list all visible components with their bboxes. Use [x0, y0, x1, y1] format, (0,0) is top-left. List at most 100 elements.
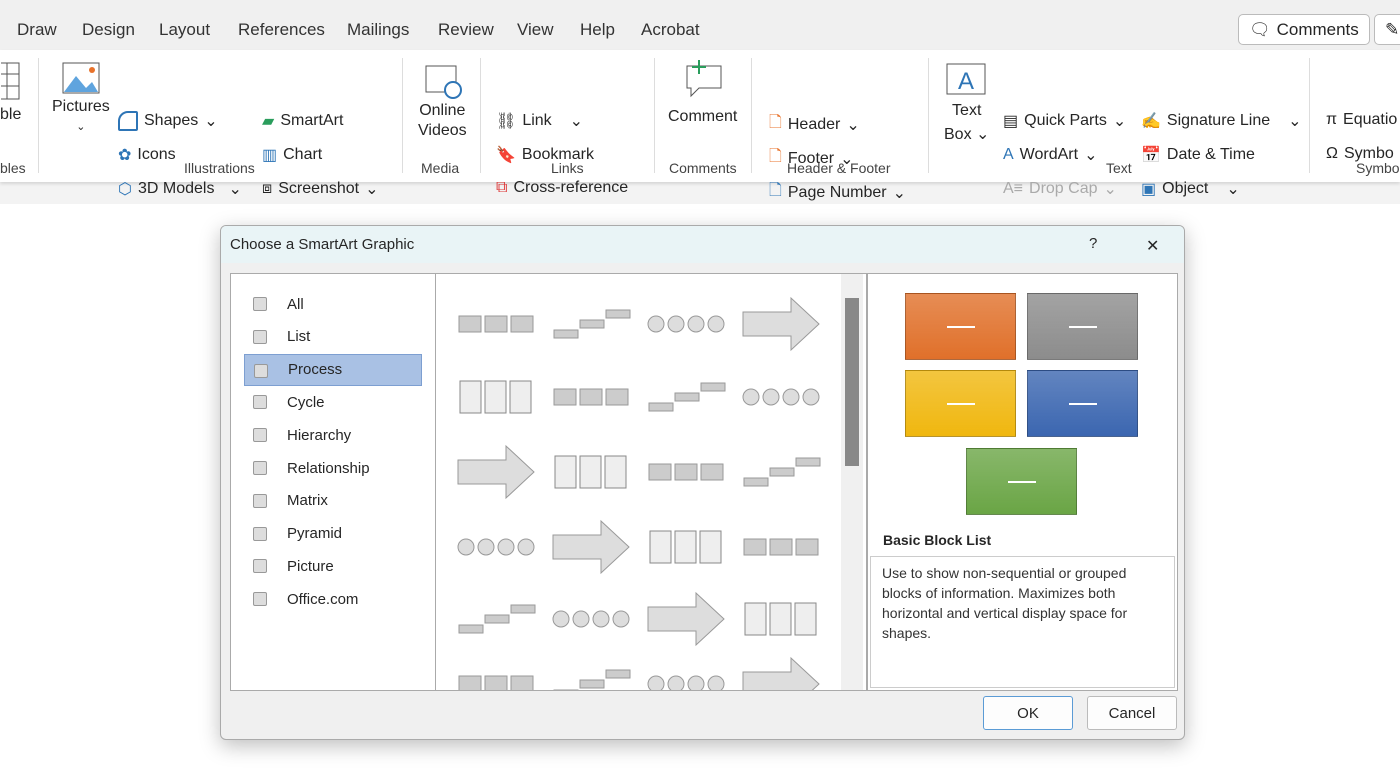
layout-thumbnail[interactable]	[646, 654, 726, 691]
comment-icon: 🗨	[1249, 19, 1271, 39]
date-time-button[interactable]: 📅 Date & Time	[1141, 145, 1255, 165]
comments-button[interactable]: 🗨 Comments	[1238, 14, 1370, 45]
tab-view[interactable]: View	[517, 20, 554, 40]
preview-block	[966, 448, 1077, 515]
category-officecom[interactable]: Office.com	[244, 583, 422, 615]
chart-button[interactable]: ▥ Chart	[262, 145, 322, 165]
help-button[interactable]: ?	[1089, 235, 1097, 252]
layout-thumbnail[interactable]	[456, 589, 536, 649]
category-cycle[interactable]: Cycle	[244, 386, 422, 418]
screenshot-button[interactable]: ⧈ Screenshot ⌄	[262, 179, 379, 199]
svg-text:A: A	[958, 68, 974, 95]
preview-block	[905, 370, 1016, 437]
layout-thumbnail[interactable]	[551, 517, 631, 577]
close-button[interactable]: ✕	[1146, 236, 1159, 256]
category-icon	[253, 297, 267, 311]
layout-thumbnail[interactable]	[646, 589, 726, 649]
wordart-icon: A	[1003, 146, 1014, 163]
cross-reference-button[interactable]: ⧉ Cross-reference	[496, 179, 628, 197]
category-all[interactable]: All	[244, 288, 422, 320]
layout-gallery	[435, 273, 867, 691]
footer-icon: 🗋	[769, 148, 782, 165]
category-matrix[interactable]: Matrix	[244, 485, 422, 517]
ok-button[interactable]: OK	[983, 696, 1073, 730]
scrollbar-thumb[interactable]	[845, 298, 859, 466]
link-icon: ⛓	[496, 113, 517, 130]
category-relationship[interactable]: Relationship	[244, 452, 422, 484]
category-list[interactable]: List	[244, 321, 422, 353]
pi-icon: π	[1326, 111, 1338, 128]
icons-button[interactable]: ✿ Icons	[118, 145, 176, 165]
page-number-button[interactable]: 🗋 Page Number ⌄	[769, 179, 906, 206]
category-icon	[253, 329, 267, 344]
category-pyramid[interactable]: Pyramid	[244, 518, 422, 550]
layout-thumbnail[interactable]	[646, 367, 726, 427]
gallery-scrollbar[interactable]	[841, 274, 863, 690]
smartart-dialog: Choose a SmartArt Graphic ? ✕ All List Pro…	[220, 225, 1185, 740]
layout-thumbnail[interactable]	[456, 442, 536, 502]
wordart-button[interactable]: A WordArt ⌄	[1003, 145, 1097, 165]
quick-parts-icon: ▤	[1003, 113, 1019, 130]
category-picture[interactable]: Picture	[244, 550, 422, 582]
tab-layout[interactable]: Layout	[159, 20, 210, 40]
drop-cap-button[interactable]: A≡ Drop Cap ⌄	[1003, 179, 1117, 199]
tab-draw[interactable]: Draw	[17, 20, 57, 40]
layout-thumbnail[interactable]	[646, 517, 726, 577]
pictures-button[interactable]: Pictures ⌄	[52, 62, 110, 133]
layout-thumbnail[interactable]	[456, 367, 536, 427]
online-videos-button[interactable]: Online Videos	[418, 64, 467, 140]
text-placeholder-dash	[1068, 325, 1097, 328]
table-button[interactable]: ble	[0, 62, 21, 124]
tab-acrobat[interactable]: Acrobat	[641, 20, 700, 40]
signature-line-button[interactable]: ✍ Signature Line ⌄	[1141, 111, 1302, 131]
layout-thumbnail[interactable]	[741, 367, 821, 427]
equation-button[interactable]: π Equatio	[1326, 111, 1397, 129]
page-number-icon: 🗋	[769, 182, 782, 199]
cube-icon: ⬡	[118, 181, 132, 198]
header-icon: 🗋	[769, 114, 782, 131]
layout-thumbnail[interactable]	[741, 654, 821, 691]
layout-thumbnail[interactable]	[741, 442, 821, 502]
text-placeholder-dash	[946, 325, 975, 328]
layout-thumbnail[interactable]	[741, 294, 821, 354]
tab-help[interactable]: Help	[580, 20, 615, 40]
cancel-button[interactable]: Cancel	[1087, 696, 1177, 730]
smartart-button[interactable]: ▰ SmartArt	[262, 111, 343, 131]
category-icon	[253, 428, 267, 443]
comment-button[interactable]: Comment	[668, 58, 737, 126]
chart-icon: ▥	[262, 147, 278, 164]
shapes-button[interactable]: Shapes ⌄	[118, 111, 218, 131]
category-list: All List Process Cycle Hierarchy Relationship…	[230, 273, 436, 691]
category-process[interactable]: Process	[244, 353, 422, 386]
quick-parts-button[interactable]: ▤ Quick Parts ⌄	[1003, 111, 1126, 131]
category-icon	[253, 559, 267, 574]
3d-models-button[interactable]: ⬡ 3D Models ⌄	[118, 179, 242, 199]
dialog-titlebar: Choose a SmartArt Graphic ? ✕	[221, 226, 1184, 263]
tab-design[interactable]: Design	[82, 20, 135, 40]
tab-mailings[interactable]: Mailings	[347, 20, 409, 40]
layout-thumbnail[interactable]	[551, 589, 631, 649]
link-button[interactable]: ⛓ Link ⌄	[496, 111, 583, 131]
bookmark-icon: 🔖	[496, 147, 516, 164]
category-hierarchy[interactable]: Hierarchy	[244, 419, 422, 451]
header-button[interactable]: 🗋 Header ⌄	[769, 111, 860, 138]
layout-thumbnail[interactable]	[551, 294, 631, 354]
text-box-button[interactable]: A Text Box ⌄	[944, 62, 989, 144]
layout-thumbnail[interactable]	[551, 442, 631, 502]
layout-thumbnail[interactable]	[741, 517, 821, 577]
layout-thumbnail[interactable]	[456, 294, 536, 354]
tab-references[interactable]: References	[238, 20, 325, 40]
category-icon	[253, 592, 267, 607]
layout-thumbnail[interactable]	[551, 367, 631, 427]
layout-thumbnail[interactable]	[741, 589, 821, 649]
layout-thumbnail[interactable]	[551, 654, 631, 691]
layout-thumbnail[interactable]	[456, 517, 536, 577]
tab-review[interactable]: Review	[438, 20, 494, 40]
editing-button[interactable]: ✎	[1374, 14, 1400, 45]
drop-cap-icon: A≡	[1003, 180, 1024, 197]
new-comment-icon	[686, 60, 722, 98]
layout-thumbnail[interactable]	[456, 654, 536, 691]
layout-thumbnail[interactable]	[646, 442, 726, 502]
object-button[interactable]: ▣ Object ⌄	[1141, 179, 1240, 199]
layout-thumbnail[interactable]	[646, 294, 726, 354]
